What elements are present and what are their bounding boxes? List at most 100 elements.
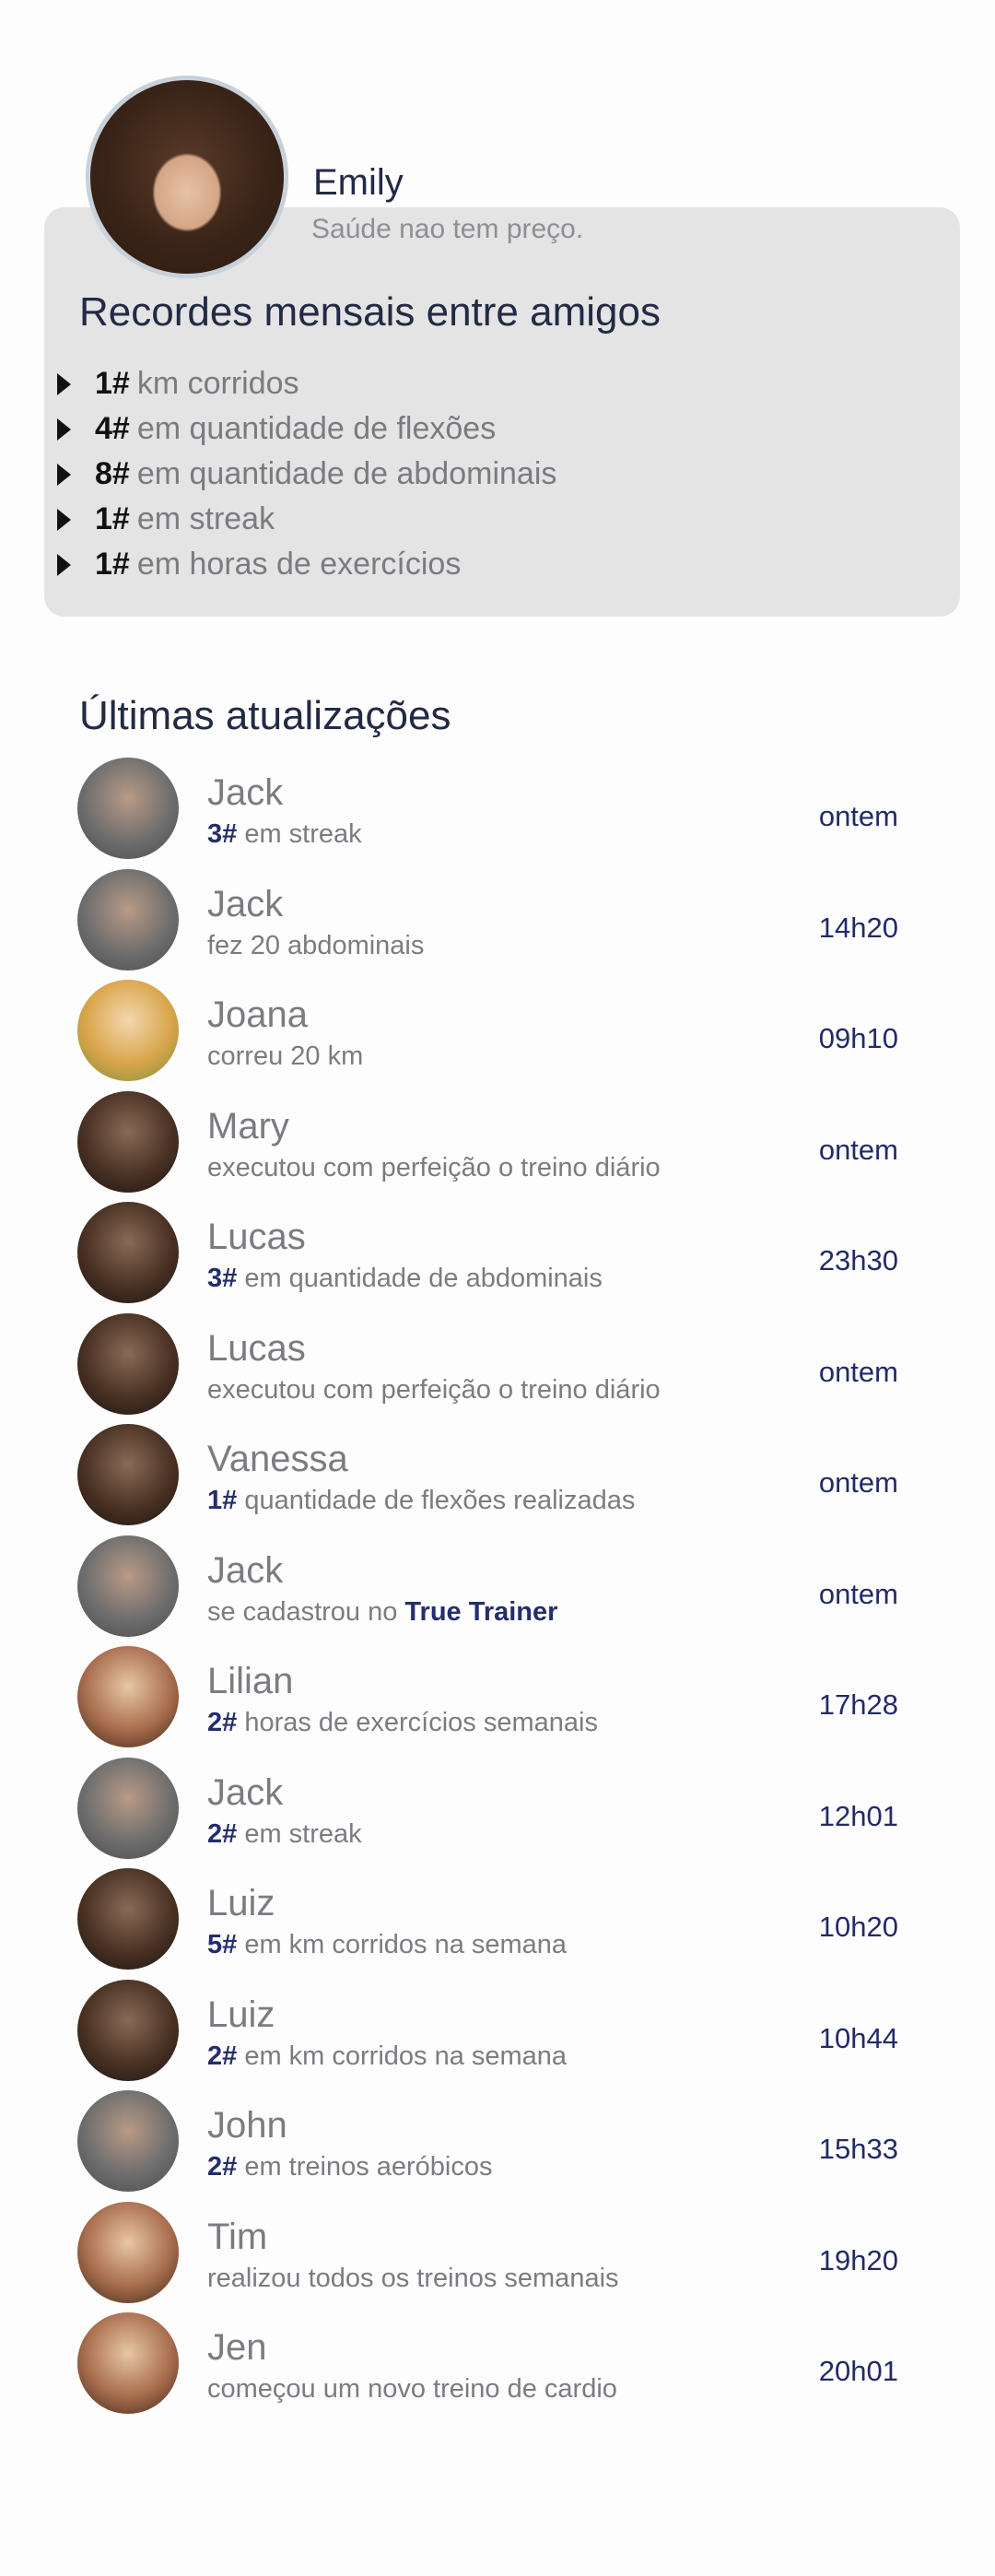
friend-avatar[interactable] <box>77 1868 179 1970</box>
friend-avatar[interactable] <box>77 1757 179 1859</box>
update-time: 15h33 <box>818 2133 898 2165</box>
update-row[interactable]: Luiz 5# em km corridos na semana 10h20 <box>0 1864 995 1976</box>
friend-name: Lilian <box>207 1661 294 1701</box>
update-description: 2# horas de exercícios semanais <box>207 1708 598 1738</box>
update-text: em quantidade de abdominais <box>237 1264 603 1293</box>
friend-avatar[interactable] <box>77 1202 179 1303</box>
friend-name: Jack <box>207 1549 284 1591</box>
update-time: 17h28 <box>818 1688 898 1721</box>
record-rank: 1# <box>95 366 130 401</box>
friend-name: John <box>207 2105 287 2146</box>
friend-name: Jen <box>207 2327 267 2368</box>
update-row[interactable]: Lucas executou com perfeição o treino diá… <box>0 1310 995 1421</box>
friend-name: Vanessa <box>207 1439 348 1479</box>
update-description: começou um novo treino de cardio <box>207 2374 617 2405</box>
updates-list: Jack 3# em streak ontem Jack fez 20 abdomina… <box>0 754 995 2420</box>
update-text: realizou todos os treinos semanais <box>207 2263 619 2293</box>
update-text: quantidade de flexões realizadas <box>237 1486 636 1515</box>
record-rank: 1# <box>95 547 130 582</box>
brand-name: True Trainer <box>404 1596 558 1627</box>
update-row[interactable]: Jack 3# em streak ontem <box>0 754 995 865</box>
friend-avatar[interactable] <box>77 1646 179 1747</box>
update-rank: 2# <box>207 1818 238 1849</box>
friend-name: Lucas <box>207 1217 306 1257</box>
update-description: 1# quantidade de flexões realizadas <box>207 1486 635 1516</box>
record-item: 1# em horas de exercícios <box>57 542 556 587</box>
record-rank: 4# <box>95 411 130 446</box>
friend-avatar[interactable] <box>77 1090 179 1193</box>
update-rank: 1# <box>207 1486 238 1515</box>
record-rank: 8# <box>95 456 130 491</box>
update-row[interactable]: Mary executou com perfeição o treino diár… <box>0 1088 995 1199</box>
update-text: executou com perfeição o treino diário <box>207 1374 661 1405</box>
update-row[interactable]: Jen começou um novo treino de cardio 20h01 <box>0 2309 995 2420</box>
record-item: 8# em quantidade de abdominais <box>57 452 556 497</box>
update-rank: 2# <box>207 2152 238 2182</box>
update-rank: 5# <box>207 1930 238 1959</box>
update-row[interactable]: Joana correu 20 km 09h10 <box>0 976 995 1088</box>
friend-avatar[interactable] <box>77 2312 179 2414</box>
update-rank: 2# <box>207 2041 238 2071</box>
update-text: em treinos aeróbicos <box>237 2152 493 2182</box>
arrow-right-icon <box>57 553 71 576</box>
friend-name: Lucas <box>207 1327 306 1369</box>
friend-name: Jack <box>207 772 284 813</box>
update-row[interactable]: Lilian 2# horas de exercícios semanais 17h… <box>0 1642 995 1754</box>
update-rank: 3# <box>207 1264 238 1293</box>
friend-avatar[interactable] <box>77 1424 179 1525</box>
update-time: ontem <box>818 1133 898 1166</box>
records-list: 1# km corridos 4# em quantidade de flexõ… <box>57 361 556 587</box>
friend-avatar[interactable] <box>77 2201 179 2303</box>
friend-avatar[interactable] <box>77 868 179 970</box>
update-description: correu 20 km <box>207 1041 363 1072</box>
friend-name: Jack <box>207 883 284 924</box>
record-rank: 1# <box>95 501 130 536</box>
record-label: em quantidade de flexões <box>136 411 497 446</box>
update-row[interactable]: Luiz 2# em km corridos na semana 10h44 <box>0 1976 995 2088</box>
friend-avatar[interactable] <box>77 980 179 1081</box>
update-description: executou com perfeição o treino diário <box>207 1153 661 1183</box>
update-time: 14h20 <box>818 911 898 944</box>
profile-avatar[interactable] <box>86 76 288 278</box>
update-text: executou com perfeição o treino diário <box>207 1152 661 1182</box>
friend-name: Mary <box>207 1105 289 1147</box>
update-row[interactable]: Jack 2# em streak 12h01 <box>0 1754 995 1865</box>
record-label: em quantidade de abdominais <box>136 456 557 491</box>
update-row[interactable]: John 2# em treinos aeróbicos 15h33 <box>0 2087 995 2198</box>
friend-avatar[interactable] <box>77 1535 179 1637</box>
update-rank: 3# <box>207 819 238 849</box>
update-description: executou com perfeição o treino diário <box>207 1375 661 1406</box>
arrow-right-icon <box>57 463 71 486</box>
friend-avatar[interactable] <box>77 1312 179 1415</box>
record-item: 1# km corridos <box>57 361 556 406</box>
updates-title: Últimas atualizações <box>79 693 451 738</box>
update-row[interactable]: Jack se cadastrou no True Trainer ontem <box>0 1532 995 1643</box>
friend-name: Tim <box>207 2216 268 2257</box>
record-item: 1# em streak <box>57 497 556 542</box>
friend-avatar[interactable] <box>77 758 179 859</box>
update-row[interactable]: Jack fez 20 abdominais 14h20 <box>0 865 995 977</box>
update-row[interactable]: Lucas 3# em quantidade de abdominais 23h30 <box>0 1198 995 1310</box>
friend-avatar[interactable] <box>77 2090 179 2192</box>
update-time: 09h10 <box>818 1022 898 1054</box>
update-time: 23h30 <box>818 1244 898 1276</box>
update-text: se cadastrou no <box>207 1596 405 1627</box>
update-rank: 2# <box>207 1708 238 1737</box>
update-time: ontem <box>818 800 898 832</box>
update-description: 3# em quantidade de abdominais <box>207 1264 603 1294</box>
update-text: em km corridos na semana <box>237 2041 568 2071</box>
update-text: correu 20 km <box>207 1041 364 1071</box>
update-row[interactable]: Tim realizou todos os treinos semanais 19h… <box>0 2198 995 2310</box>
update-description: 2# em treinos aeróbicos <box>207 2152 493 2182</box>
update-time: 10h20 <box>818 1911 898 1943</box>
friend-name: Luiz <box>207 1994 275 2035</box>
update-description: 2# em streak <box>207 1819 362 1850</box>
friend-avatar[interactable] <box>77 1979 179 2081</box>
update-row[interactable]: Vanessa 1# quantidade de flexões realizad… <box>0 1420 995 1532</box>
update-text: fez 20 abdominais <box>207 930 425 960</box>
update-description: se cadastrou no True Trainer <box>207 1597 557 1628</box>
update-description: 5# em km corridos na semana <box>207 1930 567 1960</box>
arrow-right-icon <box>57 372 71 395</box>
update-text: em streak <box>237 819 362 849</box>
update-text: começou um novo treino de cardio <box>207 2374 617 2404</box>
